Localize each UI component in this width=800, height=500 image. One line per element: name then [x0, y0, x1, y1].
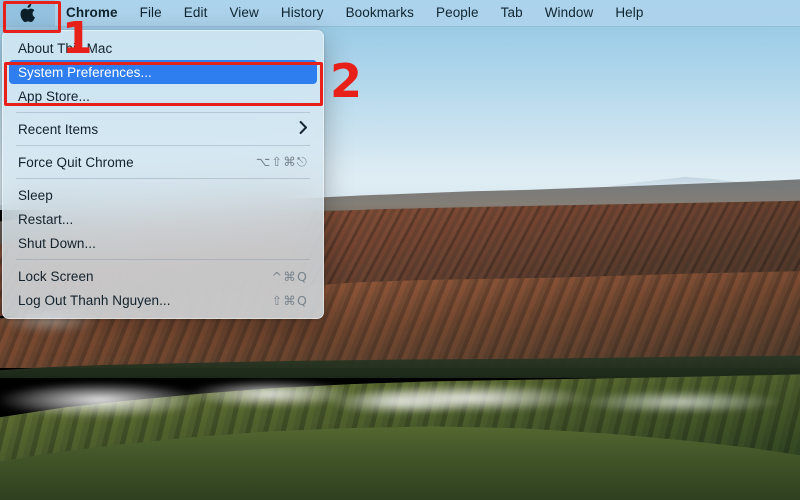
menu-item-shortcut: ⌥⇧⌘⎋	[255, 154, 308, 169]
menu-item-log-out[interactable]: Log Out Thanh Nguyen... ⇧⌘Q	[9, 288, 317, 312]
menu-item-force-quit[interactable]: Force Quit Chrome ⌥⇧⌘⎋	[9, 150, 317, 174]
annotation-number-2: 2	[330, 54, 363, 108]
menu-item-lock-screen[interactable]: Lock Screen ^⌘Q	[9, 264, 317, 288]
menu-separator	[16, 112, 310, 113]
menu-item-sleep[interactable]: Sleep	[9, 183, 317, 207]
menu-item-shortcut: ^⌘Q	[271, 268, 308, 284]
apple-menu-dropdown: About This Mac System Preferences... App…	[2, 30, 324, 319]
wallpaper-cloud-bank-right	[330, 378, 800, 422]
menu-people[interactable]: People	[425, 0, 490, 26]
chevron-right-icon	[299, 121, 308, 137]
menu-item-label: App Store...	[18, 88, 90, 104]
menu-item-label: Restart...	[18, 211, 74, 227]
apple-logo-icon	[20, 4, 35, 22]
menu-tab[interactable]: Tab	[490, 0, 534, 26]
menu-file[interactable]: File	[129, 0, 173, 26]
menu-item-label: Lock Screen	[18, 268, 94, 284]
menu-item-label: System Preferences...	[18, 64, 152, 80]
menu-separator	[16, 145, 310, 146]
menu-edit[interactable]: Edit	[173, 0, 219, 26]
menu-history[interactable]: History	[270, 0, 335, 26]
menu-item-about-this-mac[interactable]: About This Mac	[9, 36, 317, 60]
menu-item-shut-down[interactable]: Shut Down...	[9, 231, 317, 255]
menu-separator	[16, 259, 310, 260]
apple-menu-button[interactable]	[0, 0, 55, 26]
menu-bookmarks[interactable]: Bookmarks	[335, 0, 425, 26]
menu-window[interactable]: Window	[534, 0, 605, 26]
annotation-number-1: 1	[62, 13, 93, 64]
menu-view[interactable]: View	[218, 0, 269, 26]
menu-item-app-store[interactable]: App Store...	[9, 84, 317, 108]
menu-item-restart[interactable]: Restart...	[9, 207, 317, 231]
menu-item-label: Log Out Thanh Nguyen...	[18, 292, 171, 308]
menu-item-label: Recent Items	[18, 121, 99, 137]
menu-bar: Chrome File Edit View History Bookmarks …	[0, 0, 800, 27]
menu-item-label: Sleep	[18, 187, 53, 203]
menu-item-label: Force Quit Chrome	[18, 154, 134, 170]
menu-item-label: Shut Down...	[18, 235, 96, 251]
menu-help[interactable]: Help	[604, 0, 654, 26]
menu-separator	[16, 178, 310, 179]
menu-item-system-preferences[interactable]: System Preferences...	[9, 60, 317, 84]
desktop-screen: Chrome File Edit View History Bookmarks …	[0, 0, 800, 500]
menu-item-recent-items[interactable]: Recent Items	[9, 117, 317, 141]
menu-item-shortcut: ⇧⌘Q	[271, 292, 308, 308]
